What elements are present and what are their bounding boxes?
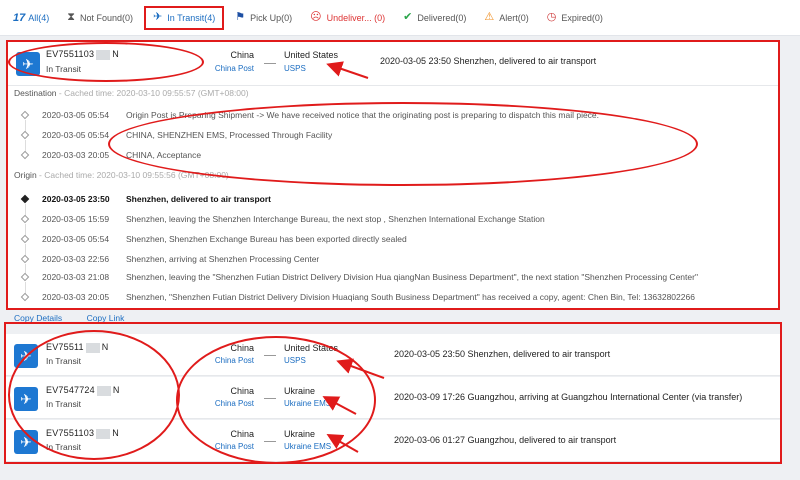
annotation-arrow xyxy=(336,358,385,379)
annotation-arrow xyxy=(322,396,357,415)
annotation-arrow xyxy=(326,434,359,453)
annotation-arrow xyxy=(326,61,369,79)
annotation-arrows xyxy=(322,61,385,453)
